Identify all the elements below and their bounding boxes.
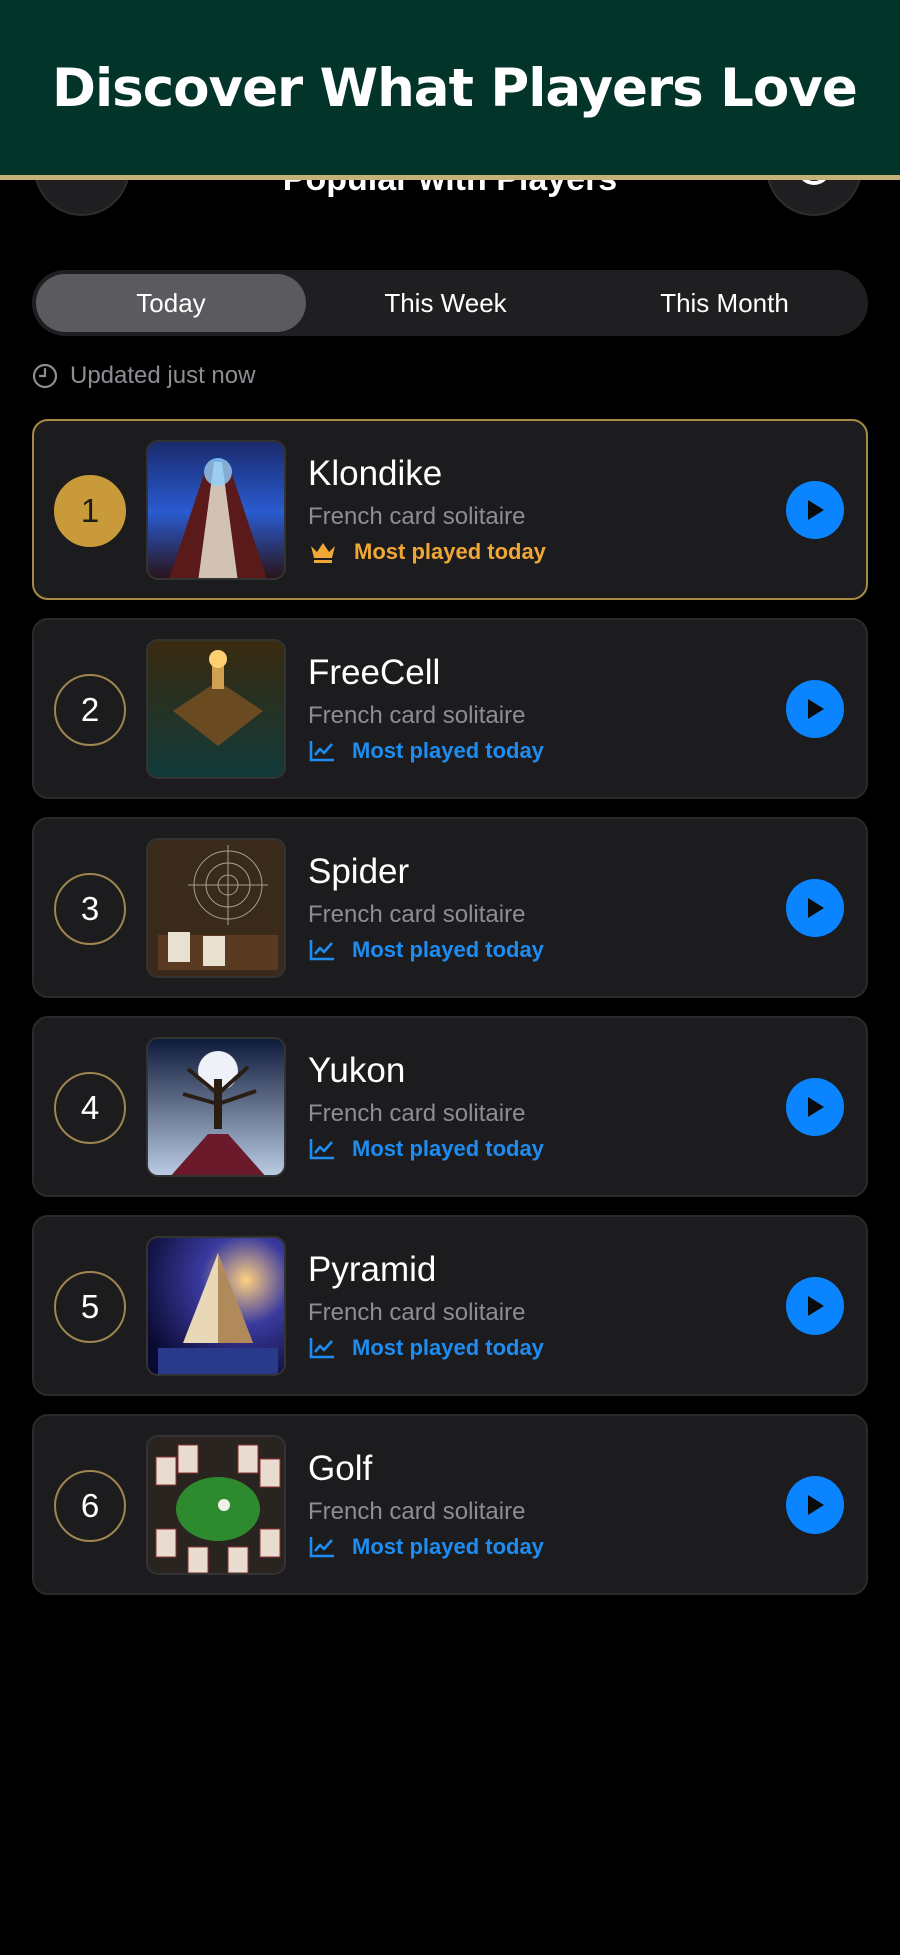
game-thumbnail (146, 1037, 286, 1177)
game-subtitle: French card solitaire (308, 901, 526, 928)
badge-text: Most played today (352, 937, 544, 962)
badge-text: Most played today (352, 1534, 544, 1559)
play-button[interactable] (786, 481, 844, 539)
play-icon (808, 1097, 824, 1117)
play-icon (808, 699, 824, 719)
game-name: Klondike (308, 454, 443, 493)
play-button[interactable] (786, 680, 844, 738)
updated-text: Updated just now (70, 362, 256, 389)
popularity-badge: Most played today (308, 1136, 544, 1162)
crown-icon (311, 543, 335, 563)
popularity-badge: Most played today (308, 1534, 544, 1560)
trend-up-icon (309, 1537, 334, 1558)
badge-text: Most played today (354, 539, 546, 564)
popularity-badge: Most played today (308, 1335, 544, 1361)
banner-title: Discover What Players Love (52, 58, 858, 119)
badge-text: Most played today (352, 1136, 544, 1161)
game-subtitle: French card solitaire (308, 1100, 526, 1127)
game-thumbnail (146, 639, 286, 779)
rank-badge: 1 (54, 475, 126, 547)
tab-this-week[interactable]: This Week (306, 274, 585, 332)
trend-up-icon (309, 1139, 334, 1160)
game-name: FreeCell (308, 653, 441, 692)
play-button[interactable] (786, 1277, 844, 1335)
badge-text: Most played today (352, 738, 544, 763)
badge-text: Most played today (352, 1335, 544, 1360)
rank-badge: 2 (54, 674, 126, 746)
game-subtitle: French card solitaire (308, 702, 526, 729)
game-card-pyramid[interactable]: 5 Pyramid French card solitaire Most pla… (32, 1215, 868, 1396)
game-subtitle: French card solitaire (308, 1299, 526, 1326)
rank-badge: 3 (54, 873, 126, 945)
play-icon (808, 898, 824, 918)
game-list: 1 Klondike French card solitaire Most pl… (32, 419, 868, 1613)
play-button[interactable] (786, 1078, 844, 1136)
game-card-freecell[interactable]: 2 FreeCell French card solitaire Most pl… (32, 618, 868, 799)
game-card-yukon[interactable]: 4 Yukon French card solitaire Most playe… (32, 1016, 868, 1197)
trend-up-icon (309, 741, 334, 762)
game-subtitle: French card solitaire (308, 1498, 526, 1525)
popularity-badge: Most played today (308, 738, 544, 764)
tab-this-month[interactable]: This Month (585, 274, 864, 332)
clock-icon (32, 363, 58, 389)
play-icon (808, 1296, 824, 1316)
game-name: Pyramid (308, 1250, 437, 1289)
play-icon (808, 1495, 824, 1515)
trend-up-icon (309, 940, 334, 961)
game-name: Yukon (308, 1051, 406, 1090)
promo-banner: Discover What Players Love (0, 0, 900, 180)
updated-status: Updated just now (32, 360, 255, 392)
tab-today[interactable]: Today (36, 274, 306, 332)
game-name: Spider (308, 852, 410, 891)
game-card-golf[interactable]: 6 Golf French card solitaire Most played… (32, 1414, 868, 1595)
play-button[interactable] (786, 1476, 844, 1534)
time-range-segmented-control: Today This Week This Month (32, 270, 868, 336)
rank-badge: 5 (54, 1271, 126, 1343)
play-icon (808, 500, 824, 520)
play-button[interactable] (786, 879, 844, 937)
popularity-badge: Most played today (308, 937, 544, 963)
rank-badge: 4 (54, 1072, 126, 1144)
game-subtitle: French card solitaire (308, 503, 526, 530)
game-thumbnail (146, 440, 286, 580)
trend-up-icon (309, 1338, 334, 1359)
popularity-badge: Most played today (308, 539, 546, 565)
game-card-klondike[interactable]: 1 Klondike French card solitaire Most pl… (32, 419, 868, 600)
game-thumbnail (146, 1435, 286, 1575)
rank-badge: 6 (54, 1470, 126, 1542)
game-name: Golf (308, 1449, 373, 1488)
game-card-spider[interactable]: 3 Spider French card solitaire Most play… (32, 817, 868, 998)
game-thumbnail (146, 1236, 286, 1376)
game-thumbnail (146, 838, 286, 978)
